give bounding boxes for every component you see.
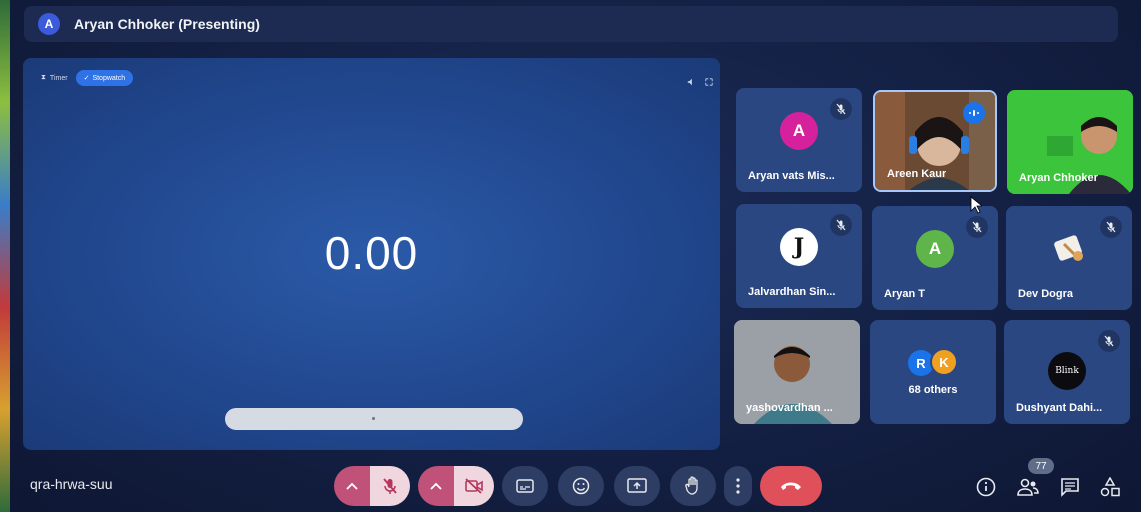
participants-count-badge: 77: [1028, 458, 1054, 474]
meeting-details-button[interactable]: [973, 474, 999, 500]
meeting-code: qra-hrwa-suu: [30, 476, 113, 492]
participant-name: Areen Kaur: [887, 168, 947, 180]
more-vert-icon: [736, 478, 740, 494]
tab-timer-label: Timer: [49, 74, 68, 82]
audio-options-button[interactable]: [334, 466, 370, 506]
participant-name: Aryan T: [884, 288, 925, 300]
shared-screen-stage: ⧗ Timer ✓ Stopwatch 0.00: [23, 58, 720, 450]
tab-stopwatch[interactable]: ✓ Stopwatch: [75, 70, 134, 86]
emoji-button[interactable]: [558, 466, 604, 506]
check-icon: ✓: [83, 75, 90, 82]
participant-tile[interactable]: A Aryan vats Mis...: [736, 88, 862, 192]
participant-tile[interactable]: J Jalvardhan Sin...: [736, 204, 862, 308]
tab-stopwatch-label: Stopwatch: [92, 74, 126, 82]
fullscreen-icon[interactable]: [705, 78, 713, 88]
raise-hand-icon: [685, 476, 698, 495]
avatar: K: [930, 348, 958, 376]
others-count-label: 68 others: [908, 384, 958, 396]
activities-button[interactable]: [1097, 474, 1123, 500]
mic-off-icon: [383, 478, 397, 494]
emoji-icon: [572, 477, 590, 495]
chat-button[interactable]: [1057, 474, 1083, 500]
mic-off-icon: [830, 214, 852, 236]
stopwatch-display: 0.00: [324, 227, 419, 279]
participant-tile-others[interactable]: R K 68 others: [870, 320, 996, 424]
mic-off-icon: [966, 216, 988, 238]
avatar: A: [916, 230, 954, 268]
chat-icon: [1061, 478, 1079, 497]
avatar-image-icon: [1050, 230, 1088, 268]
participant-tile[interactable]: Dev Dogra: [1006, 206, 1132, 310]
videocam-off-icon: [465, 478, 483, 494]
stage-tabs: ⧗ Timer ✓ Stopwatch: [41, 70, 134, 86]
desktop-background-strip: [0, 0, 10, 512]
camera-button[interactable]: [454, 466, 494, 506]
hourglass-icon: ⧗: [41, 74, 46, 81]
raise-hand-button[interactable]: [670, 466, 716, 506]
participant-name: Dev Dogra: [1018, 288, 1074, 300]
presenter-avatar: A: [38, 13, 60, 35]
participant-tile[interactable]: yashovardhan ...: [734, 320, 860, 424]
captions-icon: [516, 479, 534, 493]
people-icon: [1017, 478, 1039, 496]
captions-button[interactable]: [502, 466, 548, 506]
meet-window: A Aryan Chhoker (Presenting) ⧗ Timer ✓ S…: [10, 0, 1141, 512]
participant-name: Aryan vats Mis...: [748, 170, 835, 182]
present-button[interactable]: [614, 466, 660, 506]
microphone-button[interactable]: [370, 466, 410, 506]
call-end-icon: [781, 482, 801, 490]
mic-off-icon: [1100, 216, 1122, 238]
participant-tile[interactable]: Aryan Chhoker: [1007, 90, 1133, 194]
speaking-indicator-icon: [963, 102, 985, 124]
mic-off-icon: [1098, 330, 1120, 352]
chevron-up-icon: [430, 482, 442, 490]
participant-tile[interactable]: A Aryan T: [872, 206, 998, 310]
avatar: A: [780, 112, 818, 150]
sound-icon[interactable]: [687, 78, 695, 88]
tab-timer[interactable]: ⧗ Timer: [41, 74, 68, 82]
presenting-title: Aryan Chhoker (Presenting): [74, 16, 260, 32]
presenting-bar: A Aryan Chhoker (Presenting): [24, 6, 1118, 42]
activities-icon: [1100, 477, 1120, 497]
leave-call-button[interactable]: [760, 466, 822, 506]
mic-off-icon: [830, 98, 852, 120]
participant-name: Jalvardhan Sin...: [748, 286, 836, 298]
video-options-button[interactable]: [418, 466, 454, 506]
participant-name: yashovardhan ...: [746, 402, 833, 414]
chevron-up-icon: [346, 482, 358, 490]
pill-dot: [372, 417, 375, 420]
avatar: Blink: [1048, 352, 1086, 390]
more-options-button[interactable]: [724, 466, 752, 506]
participant-name: Dushyant Dahi...: [1016, 402, 1103, 414]
people-button[interactable]: [1015, 474, 1041, 500]
present-screen-icon: [627, 478, 647, 493]
avatar: J: [780, 228, 818, 266]
mouse-cursor-icon: [970, 196, 982, 214]
participant-name: Aryan Chhoker: [1019, 172, 1098, 184]
stopwatch-control-pill[interactable]: [225, 408, 523, 430]
participant-tile[interactable]: Areen Kaur: [873, 90, 997, 192]
info-icon: [976, 477, 996, 497]
participant-tile[interactable]: Blink Dushyant Dahi...: [1004, 320, 1130, 424]
